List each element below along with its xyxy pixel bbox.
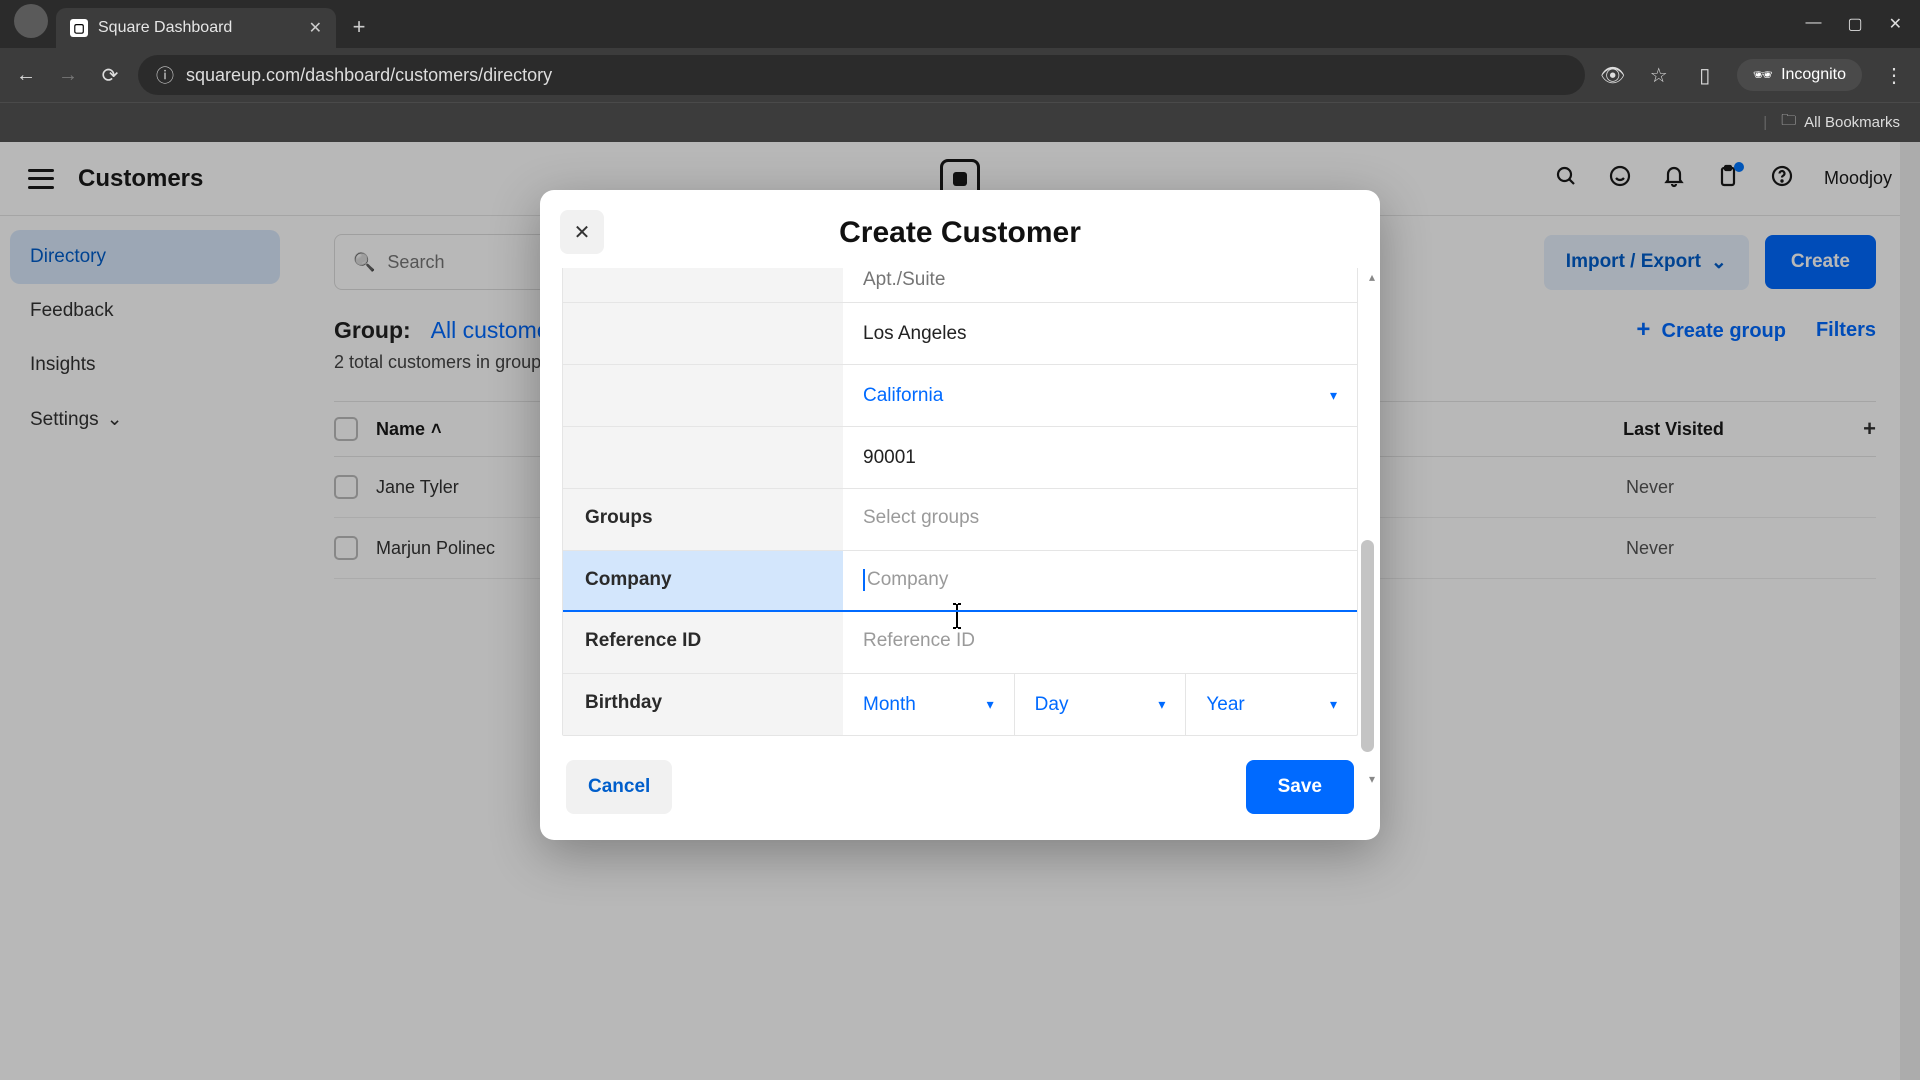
form-row-reference-id: Reference ID Reference ID xyxy=(563,611,1357,673)
year-label: Year xyxy=(1206,694,1244,716)
star-icon[interactable]: ☆ xyxy=(1645,61,1673,89)
tab-favicon: ▢ xyxy=(70,19,88,37)
form-label-empty xyxy=(563,427,843,488)
form-row-groups: Groups Select groups xyxy=(563,488,1357,550)
scroll-down-icon[interactable]: ▾ xyxy=(1369,772,1375,786)
bookmarks-divider: | xyxy=(1763,114,1767,131)
tab-title: Square Dashboard xyxy=(98,19,299,37)
browser-menu-icon[interactable]: ⋮ xyxy=(1880,61,1908,89)
reference-id-input[interactable]: Reference ID xyxy=(843,612,1357,673)
chevron-down-icon: ▾ xyxy=(987,696,994,713)
window-close-icon[interactable]: ✕ xyxy=(1889,14,1902,34)
new-tab-button[interactable]: + xyxy=(344,12,374,42)
nav-forward-icon[interactable]: → xyxy=(54,61,82,89)
city-input[interactable] xyxy=(843,303,1357,364)
chevron-down-icon: ▾ xyxy=(1330,387,1337,404)
incognito-label: Incognito xyxy=(1781,66,1846,84)
modal-title: Create Customer xyxy=(564,216,1356,250)
company-input[interactable]: Company xyxy=(843,551,1357,610)
form-row-birthday: Birthday Month ▾ Day ▾ Year ▾ xyxy=(563,673,1357,735)
window-minimize-icon[interactable]: ― xyxy=(1805,14,1821,34)
chevron-down-icon: ▾ xyxy=(1330,696,1337,713)
form-label-empty xyxy=(563,303,843,364)
month-label: Month xyxy=(863,694,916,716)
form-label-birthday: Birthday xyxy=(563,674,843,735)
nav-back-icon[interactable]: ← xyxy=(12,61,40,89)
apt-suite-input[interactable] xyxy=(843,268,1357,302)
form-label-groups: Groups xyxy=(563,489,843,550)
modal-close-button[interactable]: ✕ xyxy=(560,210,604,254)
day-label: Day xyxy=(1035,694,1069,716)
form-label-company: Company xyxy=(563,551,843,610)
tab-close-icon[interactable]: ✕ xyxy=(309,18,322,38)
company-placeholder: Company xyxy=(867,569,948,590)
groups-select[interactable]: Select groups xyxy=(843,489,1357,550)
birthday-month-select[interactable]: Month ▾ xyxy=(843,674,1014,735)
nav-reload-icon[interactable]: ⟳ xyxy=(96,61,124,89)
form-label-empty xyxy=(563,365,843,426)
state-value: California xyxy=(863,385,943,407)
window-maximize-icon[interactable]: ▢ xyxy=(1847,14,1862,34)
modal-scrollbar-thumb[interactable] xyxy=(1361,540,1374,752)
incognito-indicator[interactable]: 🕶 Incognito xyxy=(1737,59,1862,91)
form-row-city xyxy=(563,302,1357,364)
form-row-state: California ▾ xyxy=(563,364,1357,426)
form-label-reference-id: Reference ID xyxy=(563,612,843,673)
address-bar[interactable]: ⓘ squareup.com/dashboard/customers/direc… xyxy=(138,55,1585,95)
eye-off-icon[interactable]: 👁 xyxy=(1599,61,1627,89)
text-cursor xyxy=(863,569,865,591)
browser-tab-active[interactable]: ▢ Square Dashboard ✕ xyxy=(56,8,336,48)
form-row-apt xyxy=(563,268,1357,302)
birthday-year-select[interactable]: Year ▾ xyxy=(1185,674,1357,735)
form-row-zip xyxy=(563,426,1357,488)
birthday-day-select[interactable]: Day ▾ xyxy=(1014,674,1186,735)
state-select[interactable]: California ▾ xyxy=(843,365,1357,426)
incognito-icon: 🕶 xyxy=(1753,65,1773,85)
url-text: squareup.com/dashboard/customers/directo… xyxy=(186,65,552,86)
zip-input[interactable] xyxy=(843,427,1357,488)
save-button[interactable]: Save xyxy=(1246,760,1354,814)
site-info-icon[interactable]: ⓘ xyxy=(156,62,174,88)
all-bookmarks-link[interactable]: All Bookmarks xyxy=(1804,114,1900,131)
form-row-company: Company Company xyxy=(563,550,1357,612)
chevron-down-icon: ▾ xyxy=(1158,696,1165,713)
create-customer-modal: ✕ Create Customer Califor xyxy=(540,190,1380,840)
folder-icon: 🗀 xyxy=(1781,110,1796,135)
scroll-up-icon[interactable]: ▴ xyxy=(1369,270,1375,284)
browser-profile-avatar[interactable] xyxy=(14,4,48,38)
form-label-empty xyxy=(563,268,843,302)
panel-icon[interactable]: ▯ xyxy=(1691,61,1719,89)
cancel-button[interactable]: Cancel xyxy=(566,760,672,814)
